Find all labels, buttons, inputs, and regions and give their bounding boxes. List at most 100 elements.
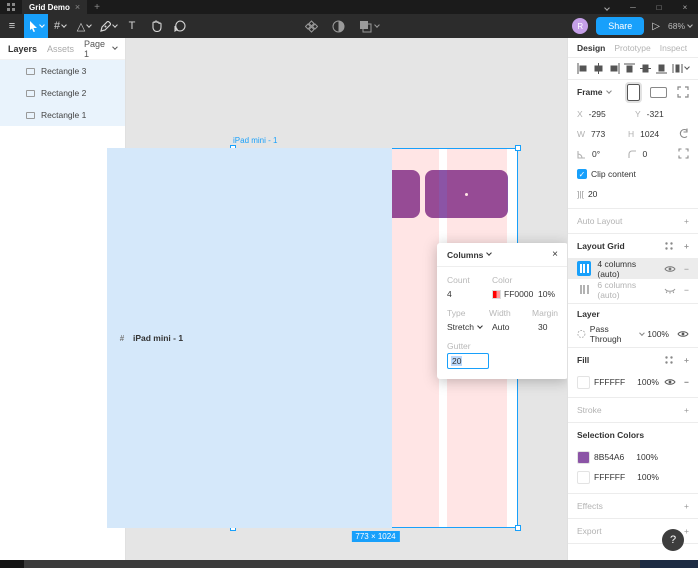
y-field[interactable]: Y -321 — [635, 109, 689, 119]
tab-design[interactable]: Design — [577, 43, 605, 53]
move-tool-button[interactable] — [24, 14, 48, 38]
add-auto-layout-button[interactable]: + — [684, 216, 689, 226]
page-selector[interactable]: Page 1 — [84, 39, 118, 59]
selection-handle[interactable] — [515, 525, 521, 531]
boolean-group-control[interactable] — [359, 20, 380, 33]
add-effect-button[interactable]: + — [684, 501, 689, 511]
grid-styles-icon[interactable] — [664, 241, 674, 251]
color-control[interactable]: FF0000 — [492, 289, 538, 299]
align-top-icon[interactable] — [624, 63, 636, 74]
selection-color-hex[interactable]: FFFFFF — [594, 472, 625, 482]
layer-row-rectangle2[interactable]: Rectangle 2 — [0, 82, 125, 104]
fill-opacity-value[interactable]: 100% — [637, 377, 659, 387]
mask-icon[interactable] — [332, 20, 345, 33]
margin-input[interactable]: 30 — [538, 322, 558, 332]
rotation-field[interactable]: 0° — [577, 149, 624, 159]
popup-title-control[interactable]: Columns — [447, 250, 493, 260]
selection-color-hex[interactable]: 8B54A6 — [594, 452, 624, 462]
eye-icon[interactable] — [664, 265, 676, 273]
window-minimize-button[interactable]: ─ — [620, 3, 646, 12]
eye-icon[interactable] — [677, 330, 689, 338]
selection-color-swatch[interactable] — [577, 450, 590, 464]
frame-tool-button[interactable]: # — [48, 14, 72, 38]
color-opacity[interactable]: 10% — [538, 289, 558, 299]
fill-color-swatch[interactable] — [577, 375, 590, 389]
window-maximize-button[interactable]: □ — [646, 3, 672, 12]
comment-tool-button[interactable] — [168, 14, 192, 38]
frame-type-select[interactable]: Frame — [577, 87, 612, 97]
columns-grid-icon[interactable] — [577, 282, 591, 297]
height-field[interactable]: H 1024 — [628, 129, 675, 139]
popup-close-icon[interactable]: × — [552, 249, 558, 260]
clip-content-checkbox[interactable]: ✓ — [577, 169, 587, 179]
type-select[interactable]: Stretch — [447, 322, 492, 332]
avatar[interactable]: R — [572, 18, 589, 34]
selection-color-swatch[interactable] — [577, 470, 590, 484]
selection-handle[interactable] — [515, 145, 521, 151]
text-tool-button[interactable]: T — [120, 14, 144, 38]
fill-hex-value[interactable]: FFFFFF — [594, 377, 625, 387]
columns-grid-icon[interactable] — [577, 261, 592, 276]
selection-color-row[interactable]: 8B54A6 100% — [577, 447, 689, 467]
present-button[interactable]: ▷ — [652, 21, 660, 32]
corner-radius-field[interactable]: 0 — [627, 149, 675, 159]
tab-close-icon[interactable]: × — [75, 2, 80, 12]
window-close-button[interactable]: × — [672, 3, 698, 12]
constrain-proportions-icon[interactable] — [679, 128, 689, 141]
eye-closed-icon[interactable] — [664, 286, 676, 294]
portrait-orientation-button[interactable] — [625, 81, 642, 103]
blend-mode-select[interactable]: Pass Through — [590, 324, 645, 344]
tab-inspect[interactable]: Inspect — [660, 43, 687, 53]
width-field[interactable]: W 773 — [577, 129, 624, 139]
frame-gutter-row[interactable]: ]|[ 20 — [577, 184, 689, 204]
tab-assets[interactable]: Assets — [47, 44, 74, 54]
tab-layers[interactable]: Layers — [8, 44, 37, 54]
gutter-input[interactable]: 20 — [447, 353, 489, 369]
component-icon[interactable] — [305, 19, 318, 33]
width-input[interactable]: Auto — [492, 322, 538, 332]
remove-grid-icon[interactable]: − — [684, 264, 689, 274]
remove-fill-icon[interactable]: − — [684, 377, 689, 387]
layer-row-rectangle1[interactable]: Rectangle 1 — [0, 104, 125, 126]
layer-opacity-value[interactable]: 100% — [647, 329, 669, 339]
color-swatch[interactable] — [492, 289, 501, 299]
add-grid-button[interactable]: + — [684, 241, 689, 251]
remove-grid-icon[interactable]: − — [684, 285, 689, 295]
align-vertical-center-icon[interactable] — [640, 63, 652, 74]
share-button[interactable]: Share — [596, 17, 645, 35]
pen-tool-button[interactable] — [96, 14, 120, 38]
main-menu-button[interactable]: ≡ — [0, 14, 24, 38]
align-right-icon[interactable] — [609, 63, 620, 74]
window-menu-chevron-icon[interactable] — [594, 3, 620, 12]
frame-label[interactable]: iPad mini - 1 — [233, 136, 277, 145]
landscape-orientation-button[interactable] — [650, 86, 667, 98]
count-input[interactable]: 4 — [447, 289, 492, 299]
independent-corners-icon[interactable] — [678, 147, 689, 161]
layer-row-rectangle3[interactable]: Rectangle 3 — [0, 60, 125, 82]
selection-color-row[interactable]: FFFFFF 100% — [577, 467, 689, 487]
align-left-icon[interactable] — [577, 63, 588, 74]
zoom-control[interactable]: 68% — [668, 21, 693, 31]
document-tab[interactable]: Grid Demo × — [22, 0, 88, 14]
selection-color-opacity[interactable]: 100% — [636, 452, 658, 462]
layout-grid-row-6col[interactable]: 6 columns (auto) − — [568, 279, 698, 300]
hand-tool-button[interactable] — [144, 14, 168, 38]
shape-tool-button[interactable]: △ — [72, 14, 96, 38]
add-stroke-button[interactable]: + — [684, 405, 689, 415]
fill-styles-icon[interactable] — [664, 355, 674, 365]
distribute-control[interactable] — [672, 63, 690, 74]
tab-prototype[interactable]: Prototype — [614, 43, 650, 53]
eye-icon[interactable] — [664, 378, 676, 386]
layout-grid-row-4col[interactable]: 4 columns (auto) − — [568, 258, 698, 279]
fill-row[interactable]: FFFFFF 100% − — [577, 372, 689, 392]
align-bottom-icon[interactable] — [656, 63, 668, 74]
clip-content-row[interactable]: ✓ Clip content — [577, 164, 689, 184]
resize-to-fit-icon[interactable] — [677, 86, 689, 98]
help-button[interactable]: ? — [662, 529, 684, 551]
new-tab-button[interactable]: + — [94, 2, 100, 13]
selection-color-opacity[interactable]: 100% — [637, 472, 659, 482]
align-horizontal-center-icon[interactable] — [593, 63, 604, 74]
add-fill-button[interactable]: + — [684, 355, 689, 365]
layer-row-frame[interactable]: # iPad mini - 1 — [107, 148, 392, 528]
color-hex[interactable]: FF0000 — [504, 289, 533, 299]
